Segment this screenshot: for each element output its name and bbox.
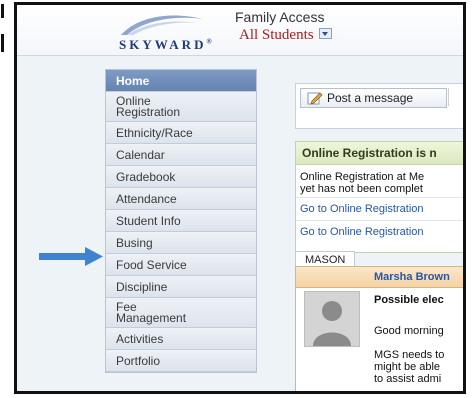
sidebar-item-attendance[interactable]: Attendance bbox=[106, 188, 256, 210]
sidebar-item-portfolio[interactable]: Portfolio bbox=[106, 350, 256, 372]
sidebar-item-busing[interactable]: Busing bbox=[106, 232, 256, 254]
sidebar-item-gradebook[interactable]: Gradebook bbox=[106, 166, 256, 188]
post-message-label: Post a message bbox=[327, 91, 414, 105]
product-name: Family Access bbox=[235, 9, 325, 25]
logo-swoosh-icon bbox=[121, 15, 203, 35]
sidebar-item-ethnicity-race[interactable]: Ethnicity/Race bbox=[106, 122, 256, 144]
message-composer: Post a message bbox=[295, 83, 463, 129]
sidebar-item-label: Student Info bbox=[116, 213, 181, 228]
screenshot-frame: SKYWARD® Family Access All Students Home… bbox=[14, 2, 466, 394]
online-registration-panel: Online Registration is n Online Registra… bbox=[295, 141, 463, 253]
main-content: Post a message Online Registration is n … bbox=[285, 69, 463, 391]
sidebar-item-label: Calendar bbox=[116, 147, 165, 162]
registration-link[interactable]: Go to Online Registration bbox=[296, 220, 463, 243]
message-sender[interactable]: Marsha Brown bbox=[374, 271, 450, 283]
sidebar-item-label: Online Registration bbox=[116, 93, 181, 119]
sidebar-item-label: Activities bbox=[116, 331, 164, 346]
edge-mark bbox=[1, 34, 4, 52]
registration-text: Online Registration at Me yet has not be… bbox=[300, 171, 425, 195]
sidebar-item-label: Attendance bbox=[116, 191, 177, 206]
person-silhouette-icon bbox=[313, 301, 351, 346]
pencil-icon bbox=[307, 92, 323, 105]
message-line: Good morning bbox=[374, 325, 444, 337]
sidebar-item-label: Discipline bbox=[116, 279, 168, 294]
sidebar-item-calendar[interactable]: Calendar bbox=[106, 144, 256, 166]
sidebar-item-activities[interactable]: Activities bbox=[106, 328, 256, 350]
message-line: MGS needs to bbox=[374, 349, 445, 361]
sidebar-item-student-info[interactable]: Student Info bbox=[106, 210, 256, 232]
sidebar-item-online-registration[interactable]: Online Registration bbox=[106, 92, 256, 122]
header: SKYWARD® Family Access All Students bbox=[17, 5, 463, 56]
skyward-logo[interactable]: SKYWARD® bbox=[117, 13, 212, 53]
sidebar-item-label: Ethnicity/Race bbox=[116, 125, 193, 140]
district-selector[interactable]: All Students bbox=[239, 27, 332, 44]
message-card: Marsha Brown Possible elec Good morning … bbox=[295, 266, 463, 391]
pointer-arrow-icon bbox=[39, 247, 103, 266]
sidebar-item-fee-management[interactable]: Fee Management bbox=[106, 298, 256, 328]
sidebar-item-label: Gradebook bbox=[116, 169, 176, 184]
sidebar-item-label: Fee Management bbox=[116, 299, 187, 325]
sidebar-item-home[interactable]: Home bbox=[106, 70, 256, 92]
message-subject: Possible elec bbox=[374, 294, 444, 306]
toolbar-divider bbox=[448, 88, 449, 106]
registration-link[interactable]: Go to Online Registration bbox=[296, 197, 463, 220]
logo-text: SKYWARD® bbox=[119, 37, 212, 52]
sidebar-item-label: Portfolio bbox=[116, 353, 161, 368]
sidebar-item-label: Home bbox=[116, 73, 150, 88]
district-label: All Students bbox=[239, 27, 314, 43]
message-line: might be able bbox=[374, 361, 441, 373]
sidebar-item-label: Food Service bbox=[116, 257, 187, 272]
sidebar-nav: Home Online Registration Ethnicity/Race C… bbox=[105, 69, 257, 373]
sidebar-item-discipline[interactable]: Discipline bbox=[106, 276, 256, 298]
sidebar-item-food-service[interactable]: Food Service bbox=[106, 254, 256, 276]
sidebar-item-label: Busing bbox=[116, 235, 153, 250]
edge-mark bbox=[1, 4, 4, 18]
dropdown-arrow-icon[interactable] bbox=[318, 28, 332, 39]
registration-title: Online Registration is n bbox=[296, 142, 463, 165]
message-line: to assist admi bbox=[374, 373, 442, 385]
avatar bbox=[304, 291, 360, 347]
post-message-button[interactable]: Post a message bbox=[300, 88, 447, 108]
